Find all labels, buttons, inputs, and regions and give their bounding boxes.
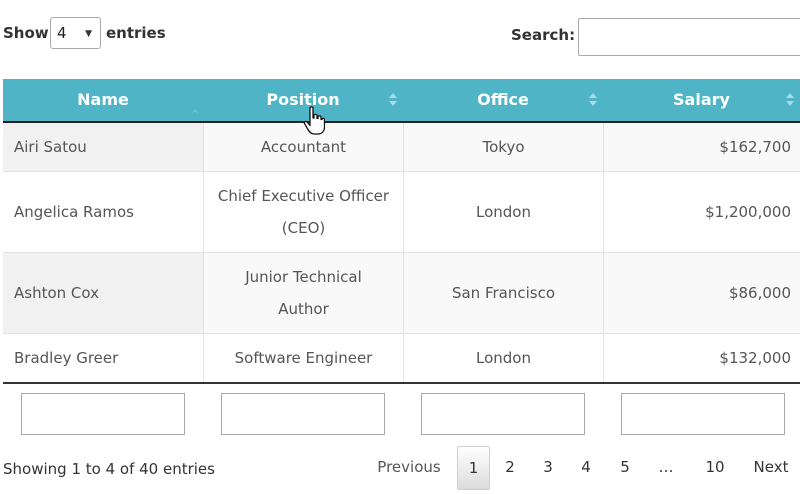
next-button[interactable]: Next — [748, 446, 794, 490]
page-button[interactable]: 3 — [536, 446, 560, 490]
table-controls: Show 4 ▼ entries Search: — [0, 0, 800, 70]
filter-input-salary[interactable] — [621, 393, 785, 435]
cell-position: Chief Executive Officer (CEO) — [203, 172, 403, 252]
cell-office: Tokyo — [403, 123, 603, 171]
cell-name: Ashton Cox — [3, 253, 203, 333]
sort-both-icon — [389, 93, 397, 107]
filter-input-name[interactable] — [21, 393, 185, 435]
data-table: Name ^ Position Office Salary Airi Satou… — [3, 79, 800, 384]
cell-name: Bradley Greer — [14, 349, 119, 367]
page-button[interactable]: 2 — [498, 446, 522, 490]
table-header: Name ^ Position Office Salary — [3, 79, 800, 123]
cell-office: London — [403, 172, 603, 252]
pagination: Previous 1 2 3 4 5 … 10 Next — [360, 446, 800, 490]
entries-label: entries — [106, 24, 166, 42]
show-label: Show — [3, 24, 49, 42]
filter-input-position[interactable] — [221, 393, 385, 435]
table-body: Airi Satou Accountant Tokyo $162,700 Ang… — [3, 123, 800, 384]
chevron-down-icon: ▼ — [85, 29, 92, 39]
pagination-ellipsis: … — [658, 458, 674, 476]
cell-name: Angelica Ramos — [14, 203, 134, 221]
column-header-label: Salary — [673, 90, 730, 109]
page-button-current[interactable]: 1 — [457, 446, 490, 490]
sort-both-icon — [589, 93, 597, 107]
search-label: Search: — [511, 26, 576, 44]
table-row[interactable]: Airi Satou Accountant Tokyo $162,700 — [3, 123, 800, 172]
cell-office: San Francisco — [403, 253, 603, 333]
column-header-name[interactable]: Name ^ — [3, 79, 203, 121]
page-button[interactable]: 4 — [574, 446, 598, 490]
hand-pointer-icon — [303, 106, 325, 135]
table-row[interactable]: Angelica Ramos Chief Executive Officer (… — [3, 172, 800, 253]
cell-office: London — [403, 334, 603, 382]
column-header-label: Name — [77, 90, 129, 109]
entries-per-page-select[interactable]: 4 ▼ — [50, 17, 101, 49]
filter-input-office[interactable] — [421, 393, 585, 435]
page-button[interactable]: 10 — [701, 446, 729, 490]
cell-name: Airi Satou — [3, 123, 203, 171]
previous-button[interactable]: Previous — [372, 446, 446, 490]
cell-position: Junior Technical Author — [203, 253, 403, 333]
cell-salary: $132,000 — [603, 334, 800, 382]
column-header-salary[interactable]: Salary — [603, 79, 800, 121]
search-input[interactable] — [578, 18, 800, 56]
cell-position: Software Engineer — [203, 334, 403, 382]
cell-salary: $162,700 — [603, 123, 800, 171]
cell-salary: $86,000 — [603, 253, 800, 333]
table-info: Showing 1 to 4 of 40 entries — [3, 460, 215, 478]
table-row[interactable]: Bradley Greer Software Engineer London $… — [3, 334, 800, 384]
column-header-office[interactable]: Office — [403, 79, 603, 121]
sort-both-icon — [786, 93, 794, 107]
page-button[interactable]: 5 — [613, 446, 637, 490]
cell-salary: $1,200,000 — [603, 172, 800, 252]
table-row[interactable]: Ashton Cox Junior Technical Author San F… — [3, 253, 800, 334]
entries-per-page-value: 4 — [57, 24, 67, 42]
column-header-label: Office — [477, 90, 529, 109]
